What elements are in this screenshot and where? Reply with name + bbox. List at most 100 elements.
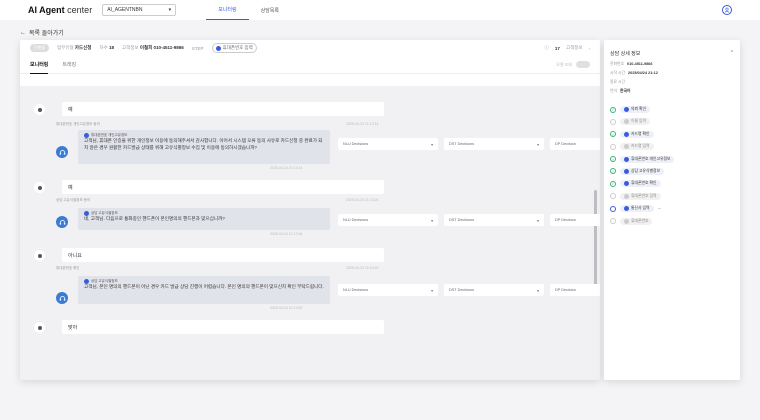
- start-row: 시작 시간 2025/04/24 21:12: [610, 71, 658, 75]
- info-row: 진행중 업무유형 카드신청 차수 18 고객정보 이철희 010-4511-98…: [20, 40, 600, 56]
- agent-select[interactable]: AI_AGENTNBN ▾: [102, 4, 177, 16]
- user-avatar-icon: [34, 322, 45, 333]
- main-panel: 진행중 업무유형 카드신청 차수 18 고객정보 이철희 010-4511-98…: [20, 40, 600, 380]
- dst-dropdown[interactable]: DST Decisions ▾: [444, 138, 544, 150]
- more-icon: ···: [657, 206, 662, 211]
- phone-row: 전화번호 010-4511-9866: [610, 62, 653, 66]
- agent-select-value: AI_AGENTNBN: [107, 7, 143, 13]
- chat-area: 예 휴대폰번호 개인고유정보 동의 2025-04-24 21:13:14 휴대…: [20, 86, 600, 380]
- dp-dropdown[interactable]: DP Decision▾: [550, 284, 600, 296]
- turn-info: 차수 18: [99, 45, 114, 50]
- system-label: 휴대폰번호 확인: [56, 266, 80, 270]
- user-bubble: 아니요: [62, 248, 384, 262]
- decision-row: NLU Decisions ▾ DST Decisions ▾ DP Decisio…: [338, 284, 600, 296]
- user-bubble: 예: [62, 102, 384, 116]
- user-message: [34, 250, 45, 261]
- step-item[interactable]: 휴대폰번호: [610, 216, 734, 227]
- timestamp: 2025-04-24 21:13:40: [346, 266, 379, 270]
- detail-panel: 상담 상세 정보 ⌃ 전화번호 010-4511-9866 시작 시간 2025/0…: [604, 40, 740, 380]
- nav-monitoring[interactable]: 모니터링: [206, 0, 249, 20]
- dp-dropdown[interactable]: DP Decision▾: [550, 214, 600, 226]
- scrollbar[interactable]: [594, 190, 597, 286]
- nav-consult-list[interactable]: 상담목록: [249, 0, 291, 20]
- end-row: 종료 시간: [610, 80, 626, 84]
- nlu-dropdown[interactable]: NLU Decisions ▾: [338, 138, 438, 150]
- circle-icon: [610, 218, 616, 225]
- detail-title: 상담 상세 정보 ⌃: [610, 50, 734, 57]
- dp-dropdown[interactable]: DP Decision▾: [550, 138, 600, 150]
- back-link-label: 목록 돌아가기: [29, 31, 64, 37]
- check-icon: ✓: [610, 131, 616, 138]
- circle-icon: [610, 193, 616, 200]
- check-icon: ✓: [610, 156, 616, 163]
- step-info: STEP: [191, 45, 204, 51]
- model-toggle-group: 모델 조회: [556, 61, 590, 68]
- step-item[interactable]: ✓ 의뢰 확인: [610, 104, 734, 115]
- status-badge: 진행중: [30, 44, 50, 52]
- bot-text: 고객님, 휴대폰 인증을 위한 개인정보 이용에 동의해주셔서 감사합니다. 이…: [84, 138, 323, 151]
- step-item[interactable]: 휴대폰번호 입력: [610, 191, 734, 202]
- check-icon: ✓: [610, 168, 616, 175]
- step-item[interactable]: ✓ 카드명 확인: [610, 129, 734, 140]
- dst-dropdown[interactable]: DST Decisions ▾: [444, 214, 544, 226]
- bot-avatar-icon: [56, 292, 68, 304]
- tab-monitoring[interactable]: 모니터링: [30, 56, 49, 74]
- step-dot-icon: [215, 45, 221, 51]
- user-avatar-icon: [34, 104, 45, 115]
- user-message: [34, 104, 45, 115]
- type-info: 업무유형 카드신청: [57, 45, 92, 50]
- brand-logo: AI Agent center: [28, 5, 93, 15]
- system-label: 상담 고유식별정보 동의: [56, 198, 91, 202]
- step-list: ✓ 의뢰 확인 이름 입력 ✓ 카드명 확인 카드명 입력 ✓ 휴대폰번호 개인고유정…: [610, 104, 734, 227]
- chevron-right-icon[interactable]: ›: [589, 46, 591, 51]
- user-message: [34, 322, 45, 333]
- count-value: 17: [554, 45, 560, 51]
- user-icon[interactable]: [722, 5, 732, 15]
- bot-text: 네, 고객님. 다음으로 통화중인 핸드폰이 본인명의의 핸드폰과 맞으십니까?: [84, 216, 225, 222]
- check-icon: ✓: [610, 180, 616, 187]
- top-bar: AI Agent center AI_AGENTNBN ▾ 모니터링 상담목록: [0, 0, 760, 20]
- chevron-up-icon[interactable]: ⌃: [730, 50, 734, 56]
- lang-row: 언어 한국어: [610, 89, 631, 93]
- circle-icon: [610, 205, 616, 212]
- info-right: ⓘ 17 고객정보 ›: [544, 45, 590, 51]
- step-item[interactable]: ✓ 휴대폰번호 개인고유정보: [610, 154, 734, 165]
- tab-tracking[interactable]: 트래킹: [62, 56, 76, 74]
- timestamp: 2025-04-24 21:13:14: [346, 122, 379, 126]
- step-item[interactable]: ✓ 상담 고유식별정보: [610, 166, 734, 177]
- back-link[interactable]: ← 목록 돌아가기: [20, 28, 64, 38]
- bot-bubble: 상담 고유식별정보 네, 고객님. 다음으로 통화중인 핸드폰이 본인명의의 핸…: [78, 208, 330, 230]
- tabs: 모니터링 트래킹 모델 조회: [20, 56, 600, 74]
- customer-info: 고객정보 이철희 010-4511-9866: [122, 45, 184, 50]
- circle-icon: [610, 143, 616, 150]
- user-avatar-icon: [34, 250, 45, 261]
- bot-avatar-icon: [56, 146, 68, 158]
- dst-dropdown[interactable]: DST Decisions ▾: [444, 284, 544, 296]
- step-item[interactable]: 통신사 입력 ···: [610, 203, 734, 214]
- timestamp: 2025-04-24 21:13:24: [346, 198, 379, 202]
- bot-bubble: 휴대폰번호 개인고유정보 고객님, 휴대폰 인증을 위한 개인정보 이용에 동의…: [78, 130, 330, 164]
- info-circle-icon: ⓘ: [544, 45, 549, 50]
- chevron-down-icon: ▾: [168, 7, 172, 13]
- main-nav: 모니터링 상담목록: [206, 0, 291, 20]
- model-toggle[interactable]: [576, 61, 590, 68]
- decision-row: NLU Decisions ▾ DST Decisions ▾ DP Decisio…: [338, 214, 600, 226]
- circle-icon: [610, 118, 616, 125]
- user-bubble: 예: [62, 180, 384, 194]
- step-item[interactable]: 이름 입력: [610, 116, 734, 127]
- step-item[interactable]: 카드명 입력: [610, 141, 734, 152]
- timestamp: 2025-04-24 21:13:52: [270, 306, 303, 310]
- timestamp: 2025-04-24 21:13:14: [270, 166, 303, 170]
- current-step-chip: 휴대폰번호 입력: [211, 43, 257, 53]
- bot-avatar-icon: [56, 216, 68, 228]
- check-icon: ✓: [610, 106, 616, 113]
- nlu-dropdown[interactable]: NLU Decisions ▾: [338, 214, 438, 226]
- user-avatar-icon: [34, 182, 45, 193]
- count-label: 고객정보: [565, 45, 583, 50]
- user-bubble: 맞아: [62, 320, 384, 334]
- nlu-dropdown[interactable]: NLU Decisions ▾: [338, 284, 438, 296]
- decision-row: NLU Decisions ▾ DST Decisions ▾ DP Decisio…: [338, 138, 600, 150]
- step-item[interactable]: ✓ 휴대폰번호 확인: [610, 178, 734, 189]
- bot-bubble: 상담 고유식별정보 고객님, 본인 명의의 핸드폰이 아닌 경우 카드 발급 상…: [78, 276, 330, 304]
- arrow-left-icon: ←: [20, 29, 26, 36]
